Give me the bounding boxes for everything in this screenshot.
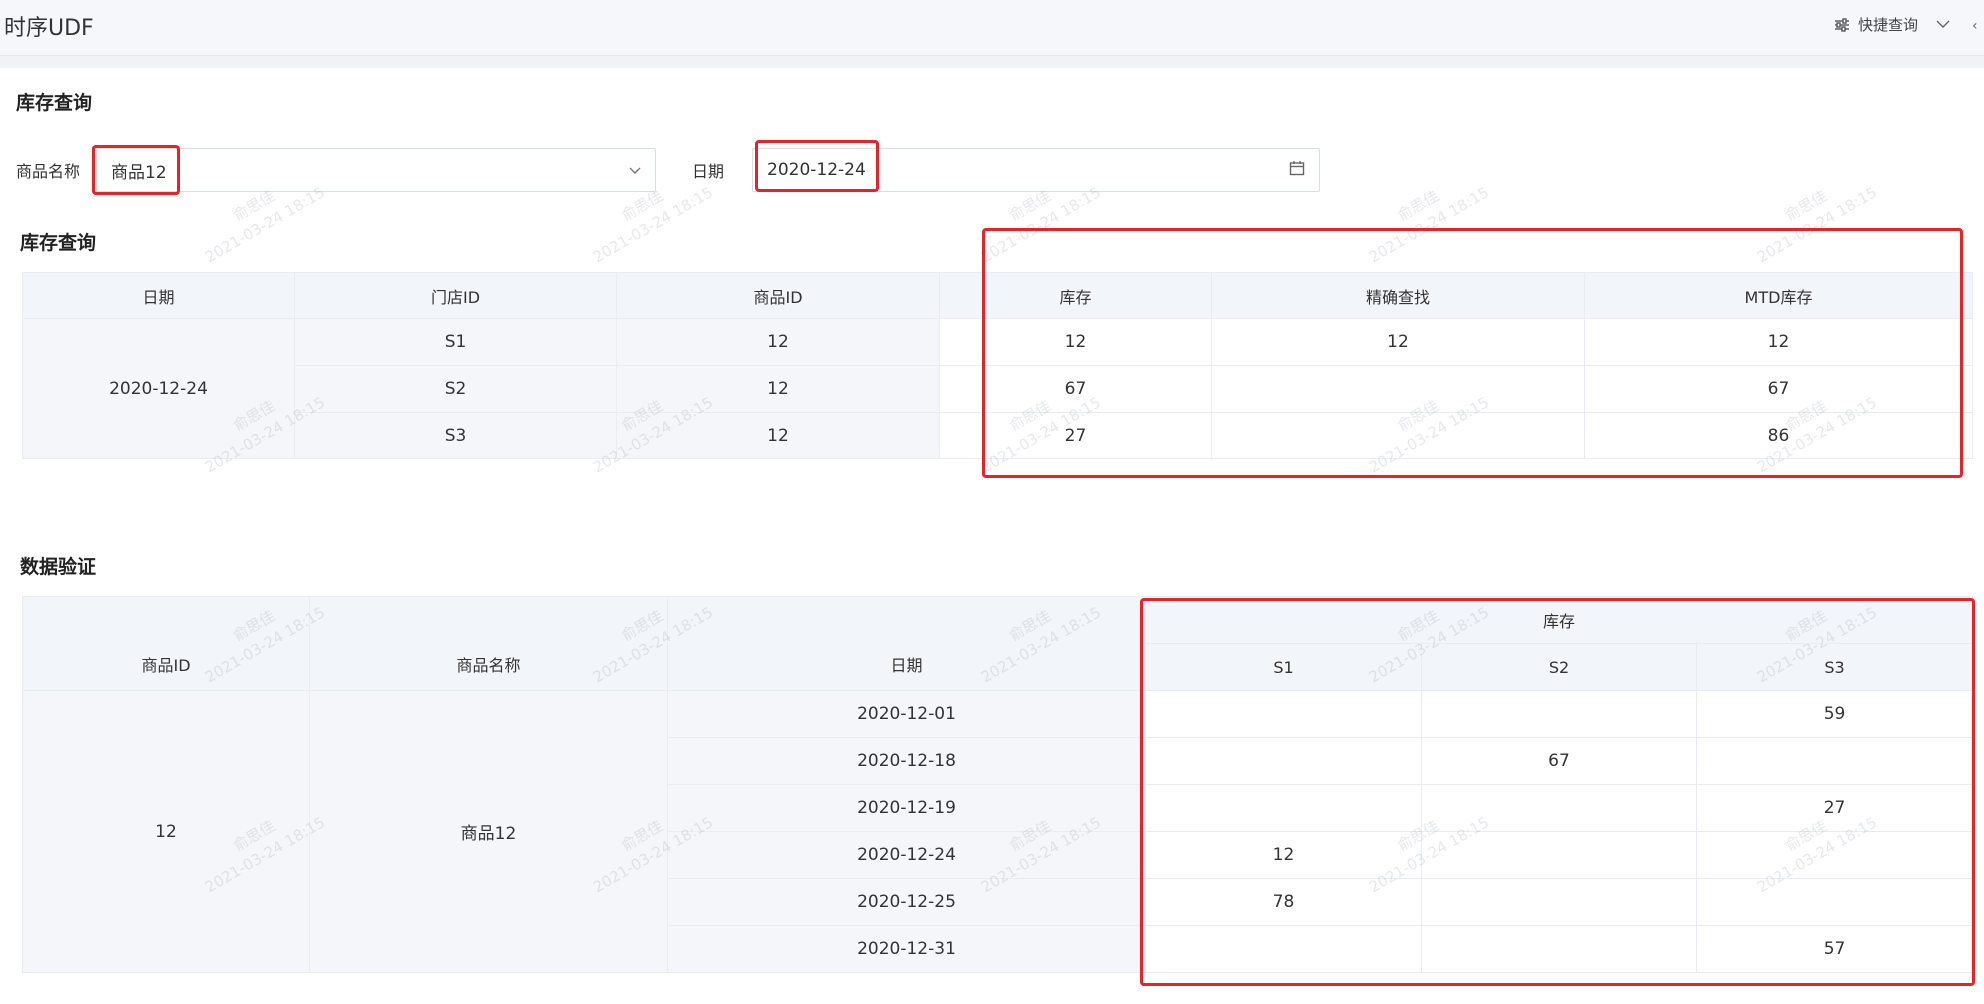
cell-date: 2020-12-19 (667, 784, 1146, 832)
date-label: 日期 (692, 162, 725, 181)
cell-date: 2020-12-24 (22, 318, 295, 459)
cell-s1 (1145, 690, 1422, 738)
cell-s3: 59 (1695, 690, 1974, 738)
date-picker[interactable]: 2020-12-24 (752, 148, 1320, 192)
cell-s2 (1421, 925, 1697, 973)
product-select[interactable]: 商品12 (96, 148, 656, 192)
cell-date: 2020-12-01 (667, 690, 1146, 738)
app-title: 时序UDF (4, 16, 94, 41)
table-row: 12 商品12 2020-12-01 59 (22, 690, 1974, 973)
column-header-s2[interactable]: S2 (1421, 643, 1697, 691)
cell-s3 (1695, 737, 1974, 785)
cell-s2 (1421, 831, 1697, 879)
cell-s2 (1421, 878, 1697, 926)
sliders-icon (1834, 17, 1850, 32)
column-header-mtd-stock[interactable]: MTD库存 (1584, 272, 1973, 319)
cell-mtd-stock: 12 (1584, 318, 1973, 366)
cell-s2: 67 (1421, 737, 1697, 785)
validation-section-title: 数据验证 (20, 556, 97, 578)
cell-s3: 27 (1695, 784, 1974, 832)
cell-s2 (1421, 784, 1697, 832)
chevron-down-icon (629, 160, 641, 180)
inventory-section-title: 库存查询 (20, 232, 97, 254)
cell-product-id: 12 (616, 412, 940, 459)
product-name-label: 商品名称 (16, 162, 81, 181)
cell-s2 (1421, 690, 1697, 738)
cell-store-id: S3 (294, 412, 617, 459)
cell-s1 (1145, 737, 1422, 785)
more-icon[interactable]: ‹ (1972, 18, 1978, 34)
cell-date: 2020-12-24 (667, 831, 1146, 879)
cell-s3 (1695, 831, 1974, 879)
column-header-exact-lookup[interactable]: 精确查找 (1211, 272, 1585, 319)
cell-stock: 67 (939, 365, 1212, 413)
inventory-table: 日期 门店ID 商品ID 库存 精确查找 MTD库存 2020-12-24 S1… (22, 272, 1973, 459)
cell-s1: 78 (1145, 878, 1422, 926)
cell-product-name: 商品12 (309, 690, 668, 973)
cell-product-id: 12 (616, 365, 940, 413)
table-row: S3 12 27 86 (23, 412, 1973, 459)
cell-stock: 12 (939, 318, 1212, 366)
cell-date: 2020-12-31 (667, 925, 1146, 973)
cell-mtd-stock: 67 (1584, 365, 1973, 413)
filter-section-title: 库存查询 (16, 92, 93, 114)
column-header-s1[interactable]: S1 (1145, 643, 1422, 691)
column-header-product-id[interactable]: 商品ID (616, 272, 940, 319)
quick-query-button[interactable]: 快捷查询 (1834, 14, 1950, 35)
cell-mtd-stock: 86 (1584, 412, 1973, 459)
column-header-s3[interactable]: S3 (1695, 643, 1974, 691)
cell-stock: 27 (939, 412, 1212, 459)
cell-store-id: S2 (294, 365, 617, 413)
cell-product-id: 12 (616, 318, 940, 366)
product-select-value: 商品12 (111, 162, 167, 183)
chevron-down-icon (1936, 20, 1950, 29)
date-picker-value: 2020-12-24 (767, 160, 866, 180)
quick-query-label: 快捷查询 (1858, 16, 1919, 34)
cell-s3 (1695, 878, 1974, 926)
cell-s3: 57 (1695, 925, 1974, 973)
cell-s1: 12 (1145, 831, 1422, 879)
cell-exact-lookup: 12 (1211, 318, 1585, 366)
cell-s1 (1145, 784, 1422, 832)
column-header-date[interactable]: 日期 (22, 272, 295, 319)
column-header-stock[interactable]: 库存 (939, 272, 1212, 319)
cell-product-id: 12 (22, 690, 310, 973)
cell-date: 2020-12-25 (667, 878, 1146, 926)
cell-date: 2020-12-18 (667, 737, 1146, 785)
validation-header-row: 商品ID 商品名称 日期 库存 (22, 596, 1974, 691)
table-row: 2020-12-24 S1 12 12 12 12 (22, 318, 1973, 459)
calendar-icon (1289, 160, 1305, 181)
column-header-product-name[interactable]: 商品名称 (309, 596, 668, 691)
inventory-header-row: 日期 门店ID 商品ID 库存 精确查找 MTD库存 (22, 272, 1973, 319)
cell-store-id: S1 (294, 318, 617, 366)
column-group-stock[interactable]: 库存 (1144, 596, 1974, 644)
validation-table: 商品ID 商品名称 日期 库存 S1 S2 S3 12 商品12 2020-12… (22, 596, 1974, 973)
column-header-store-id[interactable]: 门店ID (294, 272, 617, 319)
cell-exact-lookup (1211, 365, 1585, 413)
cell-exact-lookup (1211, 412, 1585, 459)
column-header-product-id[interactable]: 商品ID (22, 596, 310, 691)
column-header-date[interactable]: 日期 (667, 596, 1146, 691)
table-row: S2 12 67 67 (23, 365, 1973, 413)
top-bar: 时序UDF 快捷查询 ‹ (0, 0, 1984, 56)
cell-s1 (1145, 925, 1422, 973)
